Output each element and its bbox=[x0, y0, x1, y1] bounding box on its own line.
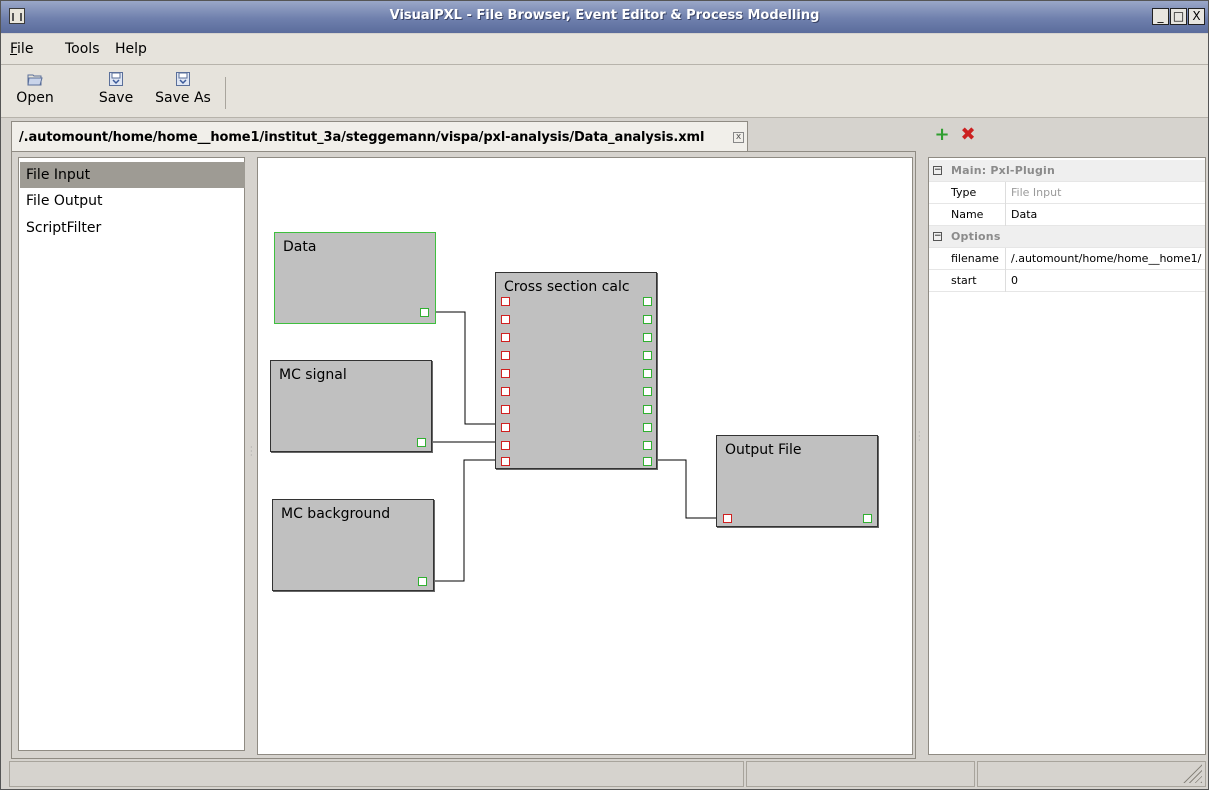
properties-panel: − Main: Pxl-Plugin Type File Input Name … bbox=[928, 157, 1206, 755]
input-port[interactable] bbox=[501, 351, 510, 360]
save-as-label: Save As bbox=[155, 90, 211, 106]
output-port[interactable] bbox=[643, 441, 652, 450]
plugin-item-file-output[interactable]: File Output bbox=[20, 188, 245, 214]
save-icon bbox=[109, 72, 123, 86]
process-canvas[interactable]: Data MC signal MC background Cross secti… bbox=[257, 157, 913, 755]
output-port[interactable] bbox=[643, 351, 652, 360]
node-label: MC background bbox=[281, 506, 391, 522]
save-as-button[interactable]: Save As bbox=[152, 71, 214, 106]
output-port[interactable] bbox=[420, 308, 429, 317]
property-row-name[interactable]: Name Data bbox=[929, 204, 1205, 226]
output-port[interactable] bbox=[418, 577, 427, 586]
input-port[interactable] bbox=[501, 315, 510, 324]
output-port[interactable] bbox=[643, 333, 652, 342]
group-label: Main: Pxl-Plugin bbox=[951, 164, 1056, 177]
node-label: Cross section calc bbox=[504, 279, 630, 295]
plugin-item-file-input[interactable]: File Input bbox=[20, 162, 245, 188]
tab-close-icon[interactable]: x bbox=[733, 132, 744, 143]
tab-data-analysis[interactable]: /.automount/home/home__home1/institut_3a… bbox=[11, 121, 748, 152]
toolbar-separator bbox=[225, 77, 226, 109]
properties-toolbar: + ✖ bbox=[926, 121, 1208, 153]
property-group-main[interactable]: − Main: Pxl-Plugin bbox=[929, 160, 1205, 182]
property-key: start bbox=[951, 274, 977, 287]
property-group-options[interactable]: − Options bbox=[929, 226, 1205, 248]
output-port[interactable] bbox=[417, 438, 426, 447]
menu-tools[interactable]: Tools bbox=[65, 41, 100, 57]
property-value: File Input bbox=[1011, 186, 1062, 199]
output-port[interactable] bbox=[643, 387, 652, 396]
menu-file[interactable]: File bbox=[10, 41, 33, 57]
tab-label: /.automount/home/home__home1/institut_3a… bbox=[19, 130, 705, 145]
save-label: Save bbox=[98, 90, 134, 106]
node-label: Data bbox=[283, 239, 317, 255]
output-port[interactable] bbox=[863, 514, 872, 523]
property-row-type[interactable]: Type File Input bbox=[929, 182, 1205, 204]
output-port[interactable] bbox=[643, 315, 652, 324]
splitter-handle-right[interactable]: · · · bbox=[918, 429, 922, 445]
input-port[interactable] bbox=[501, 297, 510, 306]
column-divider bbox=[1005, 182, 1006, 204]
output-port[interactable] bbox=[643, 423, 652, 432]
property-key: Type bbox=[951, 186, 977, 199]
save-button[interactable]: Save bbox=[96, 71, 136, 106]
input-port[interactable] bbox=[501, 369, 510, 378]
node-cross-section-calc[interactable]: Cross section calc bbox=[495, 272, 657, 469]
node-mc-background[interactable]: MC background bbox=[272, 499, 434, 591]
minus-box-icon[interactable]: − bbox=[933, 232, 942, 241]
status-bar bbox=[9, 761, 1208, 789]
output-port[interactable] bbox=[643, 369, 652, 378]
delete-icon[interactable]: ✖ bbox=[960, 126, 976, 144]
status-cell-main bbox=[9, 761, 744, 787]
save-as-icon bbox=[176, 72, 190, 86]
property-key: filename bbox=[951, 252, 999, 265]
node-mc-signal[interactable]: MC signal bbox=[270, 360, 432, 452]
status-cell-right bbox=[977, 761, 1206, 787]
open-label: Open bbox=[16, 90, 54, 106]
input-port[interactable] bbox=[501, 441, 510, 450]
connection-mc-background-to-cross-section[interactable] bbox=[429, 459, 498, 582]
minus-box-icon[interactable]: − bbox=[933, 166, 942, 175]
input-port[interactable] bbox=[501, 333, 510, 342]
output-port[interactable] bbox=[643, 405, 652, 414]
property-row-start[interactable]: start 0 bbox=[929, 270, 1205, 292]
column-divider bbox=[1005, 248, 1006, 270]
folder-open-icon bbox=[27, 74, 43, 86]
toolbar: Open Save Save As bbox=[1, 65, 1208, 118]
input-port[interactable] bbox=[501, 405, 510, 414]
menu-bar: File Tools Help bbox=[1, 34, 1208, 65]
property-value[interactable]: /.automount/home/home__home1/ bbox=[1011, 248, 1201, 270]
plugin-item-scriptfilter[interactable]: ScriptFilter bbox=[20, 215, 245, 241]
property-value[interactable]: 0 bbox=[1011, 270, 1018, 292]
menu-help[interactable]: Help bbox=[115, 41, 147, 57]
property-row-filename[interactable]: filename /.automount/home/home__home1/ bbox=[929, 248, 1205, 270]
maximize-button[interactable]: □ bbox=[1170, 8, 1187, 25]
title-bar[interactable]: VisualPXL - File Browser, Event Editor &… bbox=[1, 1, 1208, 33]
input-port[interactable] bbox=[501, 423, 510, 432]
node-data[interactable]: Data bbox=[274, 232, 436, 324]
plugin-list: File Input File Output ScriptFilter bbox=[18, 157, 245, 751]
input-port[interactable] bbox=[723, 514, 732, 523]
plus-icon[interactable]: + bbox=[934, 126, 950, 144]
open-button[interactable]: Open bbox=[15, 71, 55, 106]
property-value[interactable]: Data bbox=[1011, 204, 1037, 226]
input-port[interactable] bbox=[501, 457, 510, 466]
window-title: VisualPXL - File Browser, Event Editor &… bbox=[389, 8, 820, 23]
splitter-handle[interactable]: · · · bbox=[250, 444, 254, 460]
node-label: MC signal bbox=[279, 367, 347, 383]
output-port[interactable] bbox=[643, 457, 652, 466]
minimize-button[interactable]: _ bbox=[1152, 8, 1169, 25]
group-label: Options bbox=[951, 230, 1001, 243]
close-button[interactable]: X bbox=[1188, 8, 1205, 25]
column-divider bbox=[1005, 204, 1006, 226]
status-cell-middle bbox=[746, 761, 975, 787]
node-output-file[interactable]: Output File bbox=[716, 435, 878, 527]
node-label: Output File bbox=[725, 442, 802, 458]
connection-cross-section-to-output[interactable] bbox=[651, 459, 721, 519]
connection-data-to-cross-section[interactable] bbox=[429, 311, 498, 425]
property-key: Name bbox=[951, 208, 984, 221]
application-window: VisualPXL - File Browser, Event Editor &… bbox=[0, 0, 1209, 790]
output-port[interactable] bbox=[643, 297, 652, 306]
column-divider bbox=[1005, 270, 1006, 292]
input-port[interactable] bbox=[501, 387, 510, 396]
